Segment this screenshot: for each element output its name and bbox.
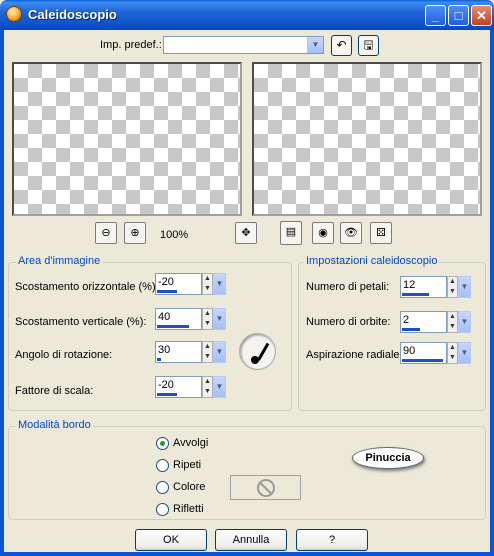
petals-label: Numero di petali: (306, 281, 390, 293)
radial-suction-spinner[interactable]: 90 ▲ ▼ ▼ (400, 342, 471, 364)
up-down-arrows-icon[interactable]: ▲ ▼ (447, 342, 458, 364)
zoom-out-button[interactable]: ⊖ (95, 222, 117, 244)
vertical-offset-spinner[interactable]: 40 ▲ ▼ ▼ (155, 308, 226, 330)
rotation-dial[interactable] (239, 333, 276, 370)
ok-button[interactable]: OK (135, 529, 207, 551)
border-mode-group (8, 426, 486, 520)
chevron-down-icon[interactable]: ▼ (213, 376, 226, 398)
up-down-arrows-icon[interactable]: ▲ ▼ (447, 276, 458, 298)
chevron-down-icon[interactable]: ▼ (213, 341, 226, 363)
petals-input[interactable]: 12 (400, 276, 447, 298)
zoom-out-icon: ⊖ (101, 227, 111, 239)
orbits-input[interactable]: 2 (400, 311, 447, 333)
up-down-arrows-icon[interactable]: ▲ ▼ (202, 376, 213, 398)
horizontal-offset-input[interactable]: -20 (155, 273, 202, 295)
auto-proof-button[interactable]: ◉ (312, 222, 334, 244)
eye-proof-icon: ◉ (318, 227, 328, 239)
horizontal-offset-slider[interactable] (157, 290, 178, 293)
source-preview[interactable] (12, 62, 242, 216)
reset-arrow-icon: ↶ (336, 38, 347, 52)
chevron-down-icon[interactable]: ▼ (458, 276, 471, 298)
window-frame-right (490, 30, 494, 556)
radio-selected-icon[interactable] (156, 437, 169, 450)
help-button[interactable]: ? (296, 529, 368, 551)
kaleidoscope-settings-title: Impostazioni caleidoscopio (304, 255, 440, 267)
window-frame-left (0, 30, 4, 556)
radial-suction-slider[interactable] (402, 359, 443, 362)
minimize-button[interactable]: _ (425, 5, 446, 26)
cancel-button[interactable]: Annulla (215, 529, 287, 551)
dial-needle-icon (257, 342, 270, 361)
split-view-icon: ▤ (285, 226, 297, 238)
radio-icon[interactable] (156, 503, 169, 516)
radial-suction-label: Aspirazione radiale: (306, 349, 403, 361)
radio-color-label: Colore (173, 481, 206, 493)
preset-label: Imp. predef.: (100, 39, 162, 51)
maximize-button[interactable]: □ (448, 5, 469, 26)
up-down-arrows-icon[interactable]: ▲ ▼ (202, 341, 213, 363)
image-area-title: Area d'immagine (16, 255, 103, 267)
pan-button[interactable]: ✥ (235, 222, 257, 244)
up-down-arrows-icon[interactable]: ▲ ▼ (202, 308, 213, 330)
border-color-swatch[interactable] (230, 475, 301, 500)
close-button[interactable]: ✕ (471, 5, 492, 26)
up-down-arrows-icon[interactable]: ▲ ▼ (202, 273, 213, 295)
horizontal-offset-label: Scostamento orizzontale (%): (15, 281, 159, 293)
petals-slider[interactable] (402, 293, 429, 296)
vertical-offset-input[interactable]: 40 (155, 308, 202, 330)
chevron-down-icon[interactable]: ▼ (458, 311, 471, 333)
radio-wrap-label: Avvolgi (173, 437, 209, 449)
app-icon (6, 6, 22, 22)
scale-factor-spinner[interactable]: -20 ▲ ▼ ▼ (155, 376, 226, 398)
randomize-button[interactable]: ⚄ (370, 222, 392, 244)
move-icon: ✥ (241, 227, 251, 239)
proof-button[interactable]: 👁 (340, 222, 362, 244)
chevron-down-icon[interactable]: ▼ (213, 308, 226, 330)
chevron-down-icon[interactable]: ▼ (458, 342, 471, 364)
scale-factor-input[interactable]: -20 (155, 376, 202, 398)
rotation-angle-spinner[interactable]: 30 ▲ ▼ ▼ (155, 341, 226, 363)
orbits-spinner[interactable]: 2 ▲ ▼ ▼ (400, 311, 471, 333)
toggle-preview-button[interactable]: ▤ (280, 221, 302, 245)
dice-icon: ⚄ (376, 227, 386, 239)
radio-icon[interactable] (156, 481, 169, 494)
petals-spinner[interactable]: 12 ▲ ▼ ▼ (400, 276, 471, 298)
save-preset-button[interactable]: 🖫 (358, 35, 379, 56)
window-frame-bottom (0, 552, 494, 556)
horizontal-offset-spinner[interactable]: -20 ▲ ▼ ▼ (155, 273, 226, 295)
author-logo: Pinuccia (352, 447, 424, 469)
no-color-icon (257, 479, 275, 497)
border-mode-title: Modalità bordo (16, 419, 93, 431)
vertical-offset-slider[interactable] (157, 325, 189, 328)
result-preview[interactable] (252, 62, 482, 216)
zoom-in-button[interactable]: ⊕ (124, 222, 146, 244)
floppy-save-icon: 🖫 (363, 38, 374, 52)
orbits-slider[interactable] (402, 328, 420, 331)
preset-dropdown[interactable]: ▼ (163, 36, 324, 54)
up-down-arrows-icon[interactable]: ▲ ▼ (447, 311, 458, 333)
zoom-level: 100% (160, 229, 189, 241)
zoom-in-icon: ⊕ (130, 227, 140, 239)
rotation-angle-label: Angolo di rotazione: (15, 349, 113, 361)
eye-icon: 👁 (344, 227, 358, 239)
dial-knob-icon (251, 356, 259, 364)
vertical-offset-label: Scostamento verticale (%): (15, 316, 147, 328)
rotation-angle-input[interactable]: 30 (155, 341, 202, 363)
radio-repeat-label: Ripeti (173, 459, 202, 471)
scale-factor-label: Fattore di scala: (15, 385, 94, 397)
scale-factor-slider[interactable] (157, 393, 178, 396)
window-title: Caleidoscopio (28, 7, 117, 22)
chevron-down-icon[interactable]: ▼ (213, 273, 226, 295)
radial-suction-input[interactable]: 90 (400, 342, 447, 364)
radio-reflect-label: Rifletti (173, 503, 204, 515)
chevron-down-icon[interactable]: ▼ (307, 37, 323, 53)
title-bar[interactable]: Caleidoscopio _ □ ✕ (0, 0, 494, 30)
orbits-label: Numero di orbite: (306, 316, 391, 328)
rotation-angle-slider[interactable] (157, 358, 161, 361)
radio-icon[interactable] (156, 459, 169, 472)
reset-preset-button[interactable]: ↶ (331, 35, 352, 56)
